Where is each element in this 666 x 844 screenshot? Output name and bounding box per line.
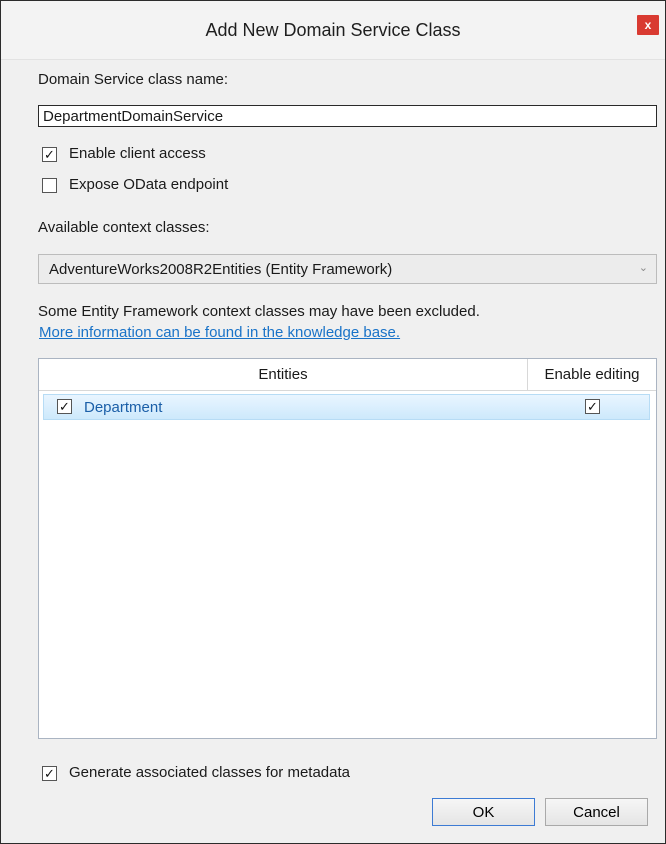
- dialog-title: Add New Domain Service Class: [205, 20, 461, 40]
- chevron-down-icon: ⌄: [638, 262, 648, 274]
- close-button[interactable]: x: [637, 15, 659, 35]
- context-classes-value: AdventureWorks2008R2Entities (Entity Fra…: [49, 261, 393, 278]
- excluded-note: Some Entity Framework context classes ma…: [38, 303, 480, 320]
- entity-name: Department: [84, 399, 163, 416]
- class-name-label: Domain Service class name:: [38, 71, 229, 88]
- knowledge-base-link[interactable]: More information can be found in the kno…: [39, 324, 400, 341]
- generate-metadata-checkbox[interactable]: ✓: [42, 766, 57, 781]
- entities-grid: Entities Enable editing ✓ Department ✓: [38, 358, 657, 739]
- domain-service-dialog: Add New Domain Service Class x Domain Se…: [0, 0, 666, 844]
- title-bar: Add New Domain Service Class x: [1, 1, 665, 60]
- context-classes-dropdown[interactable]: AdventureWorks2008R2Entities (Entity Fra…: [38, 254, 657, 284]
- enable-client-access-checkbox[interactable]: ✓: [42, 147, 57, 162]
- generate-metadata-label[interactable]: Generate associated classes for metadata: [69, 764, 350, 781]
- context-classes-label: Available context classes:: [38, 219, 210, 236]
- column-header-entities[interactable]: Entities: [39, 359, 528, 390]
- column-header-enable-editing[interactable]: Enable editing: [528, 359, 656, 390]
- ok-button[interactable]: OK: [432, 798, 535, 826]
- table-row[interactable]: ✓ Department ✓: [43, 394, 650, 420]
- enable-editing-checkbox[interactable]: ✓: [585, 399, 600, 414]
- enable-client-access-label[interactable]: Enable client access: [69, 145, 206, 162]
- cancel-button[interactable]: Cancel: [545, 798, 648, 826]
- expose-odata-label[interactable]: Expose OData endpoint: [69, 176, 228, 193]
- class-name-input[interactable]: DepartmentDomainService: [38, 105, 657, 127]
- entity-include-checkbox[interactable]: ✓: [57, 399, 72, 414]
- expose-odata-checkbox[interactable]: [42, 178, 57, 193]
- grid-header: Entities Enable editing: [39, 359, 656, 391]
